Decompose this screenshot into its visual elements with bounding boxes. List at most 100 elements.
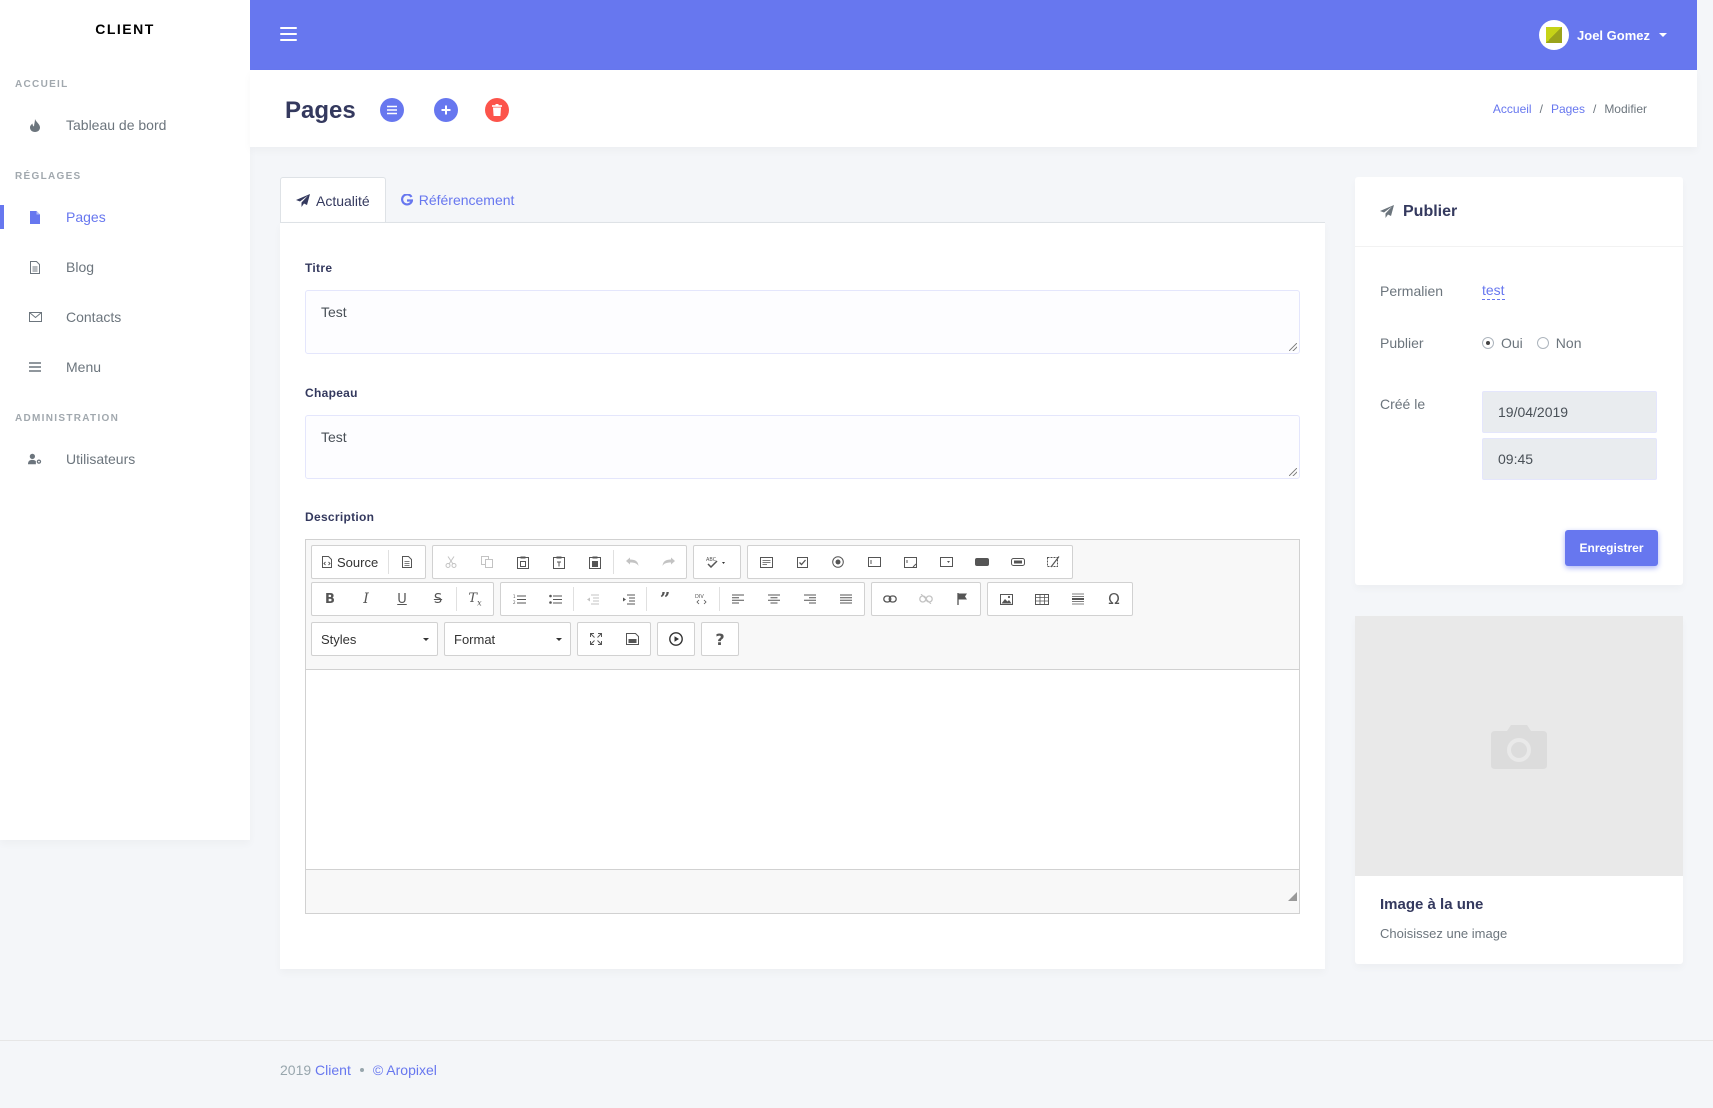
sidebar: CLIENT ACCUEIL Tableau de bord RÉGLAGES …: [0, 0, 250, 840]
created-date-input[interactable]: 19/04/2019: [1482, 391, 1657, 433]
text-field-button[interactable]: [856, 546, 892, 578]
underline-icon: U: [397, 591, 407, 607]
image-button-field-button[interactable]: [1000, 546, 1036, 578]
sidebar-item-contacts[interactable]: Contacts: [0, 292, 250, 342]
checkbox-button[interactable]: [784, 546, 820, 578]
align-center-button[interactable]: [756, 583, 792, 615]
underline-button[interactable]: U: [384, 583, 420, 615]
sidebar-item-menu[interactable]: Menu: [0, 342, 250, 392]
align-left-button[interactable]: [720, 583, 756, 615]
sidebar-toggle-button[interactable]: [280, 27, 297, 41]
maximize-icon: [590, 633, 602, 645]
chapeau-textarea[interactable]: Test: [305, 415, 1300, 479]
select-field-button[interactable]: [928, 546, 964, 578]
publish-oui-radio[interactable]: Oui: [1482, 335, 1523, 351]
save-button[interactable]: Enregistrer: [1565, 530, 1658, 566]
paste-word-button[interactable]: [577, 546, 613, 578]
form-button[interactable]: [748, 546, 784, 578]
permalink-link[interactable]: test: [1482, 282, 1505, 300]
div-icon: DIV: [695, 594, 707, 605]
choose-image-link[interactable]: Choisissez une image: [1380, 926, 1507, 941]
create-div-button[interactable]: DIV: [683, 583, 719, 615]
remove-format-icon: Tx: [468, 590, 482, 608]
tab-actualite[interactable]: Actualité: [280, 177, 386, 223]
bars-icon: [28, 360, 42, 374]
undo-button[interactable]: [614, 546, 650, 578]
horizontal-line-button[interactable]: [1060, 583, 1096, 615]
clipboard-word-icon: [589, 556, 602, 569]
numbered-list-button[interactable]: 12: [501, 583, 537, 615]
add-page-button[interactable]: [434, 98, 458, 122]
strikethrough-button[interactable]: S: [420, 583, 456, 615]
titre-textarea[interactable]: Test: [305, 290, 1300, 354]
link-icon: [883, 595, 897, 603]
delete-page-button[interactable]: [485, 98, 509, 122]
sidebar-item-label: Pages: [66, 209, 106, 225]
radio-button-tool[interactable]: [820, 546, 856, 578]
align-left-icon: [732, 594, 744, 604]
source-icon: [322, 556, 332, 568]
outdent-button[interactable]: [574, 583, 610, 615]
sidebar-item-pages[interactable]: Pages: [0, 192, 250, 242]
user-menu-dropdown[interactable]: Joel Gomez: [1539, 20, 1667, 50]
maximize-button[interactable]: [578, 623, 614, 655]
tab-referencement[interactable]: Référencement: [386, 177, 530, 223]
italic-button[interactable]: I: [348, 583, 384, 615]
help-button[interactable]: ?: [702, 623, 738, 655]
titre-label: Titre: [305, 261, 333, 275]
sidebar-item-utilisateurs[interactable]: Utilisateurs: [0, 434, 250, 484]
svg-text:1: 1: [513, 594, 516, 599]
cut-button[interactable]: [433, 546, 469, 578]
editor-content-area[interactable]: [306, 669, 1299, 870]
align-right-button[interactable]: [792, 583, 828, 615]
justify-button[interactable]: [828, 583, 864, 615]
format-dropdown[interactable]: Format: [444, 622, 571, 656]
list-pages-button[interactable]: [380, 98, 404, 122]
table-icon: [1035, 593, 1049, 605]
bulleted-list-button[interactable]: [537, 583, 573, 615]
editor-resize-handle[interactable]: [1288, 892, 1297, 901]
brand-logo[interactable]: CLIENT: [0, 0, 250, 58]
blockquote-button[interactable]: ”: [647, 583, 683, 615]
breadcrumb-pages[interactable]: Pages: [1551, 102, 1585, 116]
indent-button[interactable]: [610, 583, 646, 615]
created-time-input[interactable]: 09:45: [1482, 438, 1657, 480]
resize-handle-icon[interactable]: [1289, 343, 1297, 351]
redo-button[interactable]: [650, 546, 686, 578]
created-label: Créé le: [1380, 396, 1426, 412]
footer-aropixel-link[interactable]: © Aropixel: [373, 1062, 437, 1078]
unlink-button[interactable]: [908, 583, 944, 615]
show-blocks-button[interactable]: [614, 623, 650, 655]
paste-button[interactable]: [505, 546, 541, 578]
publish-non-radio[interactable]: Non: [1536, 335, 1581, 351]
hidden-field-button[interactable]: [1036, 546, 1072, 578]
embed-video-button[interactable]: [658, 623, 694, 655]
content-tabs: Actualité Référencement: [280, 177, 529, 223]
bold-button[interactable]: B: [312, 583, 348, 615]
featured-image-placeholder[interactable]: [1355, 616, 1683, 876]
special-char-button[interactable]: Ω: [1096, 583, 1132, 615]
editor-toolbar-row-1: Source ABC: [311, 545, 1074, 579]
source-button[interactable]: Source: [312, 546, 388, 578]
sidebar-item-blog[interactable]: Blog: [0, 242, 250, 292]
new-page-button[interactable]: [389, 546, 425, 578]
button-field-button[interactable]: [964, 546, 1000, 578]
resize-handle-icon[interactable]: [1289, 468, 1297, 476]
breadcrumb-accueil[interactable]: Accueil: [1493, 102, 1532, 116]
help-icon: ?: [715, 629, 725, 649]
copy-button[interactable]: [469, 546, 505, 578]
clipboard-text-icon: [553, 556, 566, 569]
footer-client-link[interactable]: Client: [315, 1062, 351, 1078]
textarea-button[interactable]: [892, 546, 928, 578]
undo-icon: [625, 557, 639, 566]
remove-format-button[interactable]: Tx: [457, 583, 493, 615]
styles-dropdown[interactable]: Styles: [311, 622, 438, 656]
link-button[interactable]: [872, 583, 908, 615]
spellcheck-button[interactable]: ABC: [694, 546, 740, 578]
editor-toolbar-row-3: Styles Format ?: [311, 622, 739, 656]
paste-text-button[interactable]: [541, 546, 577, 578]
sidebar-item-tableau-de-bord[interactable]: Tableau de bord: [0, 100, 250, 150]
insert-image-button[interactable]: [988, 583, 1024, 615]
insert-table-button[interactable]: [1024, 583, 1060, 615]
anchor-button[interactable]: [944, 583, 980, 615]
